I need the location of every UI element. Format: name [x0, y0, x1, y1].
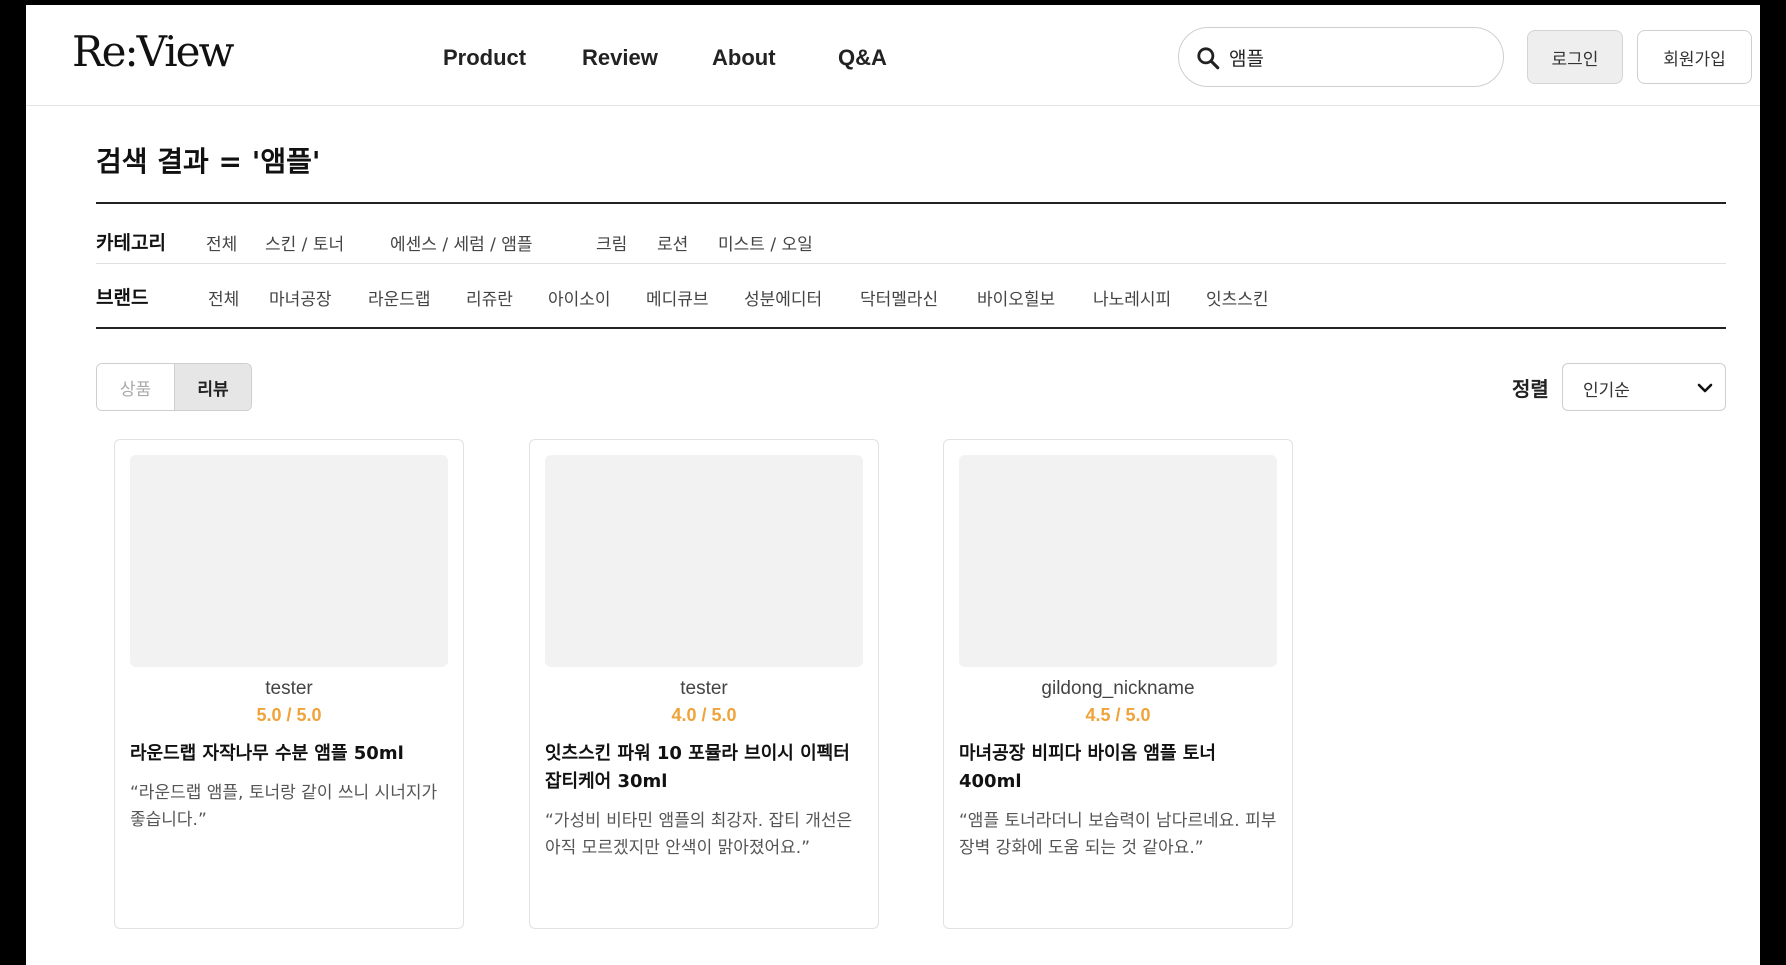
review-thumbnail [130, 455, 448, 667]
review-product-title: 마녀공장 비피다 바이옴 앰플 토너 400ml [959, 743, 1216, 792]
search-icon[interactable] [1195, 45, 1221, 71]
category-option[interactable]: 로션 [657, 230, 688, 255]
login-button[interactable]: 로그인 [1527, 30, 1623, 84]
review-thumbnail [545, 455, 863, 667]
brand-filter: 브랜드 전체 마녀공장 라운드랩 리쥬란 아이소이 메디큐브 성분에디터 닥터멜… [96, 283, 1726, 313]
divider [96, 202, 1726, 204]
review-text: “가성비 비타민 앰플의 최강자. 잡티 개선은 아직 모르겠지만 안색이 맑아… [545, 811, 853, 858]
nav-qna[interactable]: Q&A [838, 45, 887, 71]
page-title: 검색 결과 = '앰플' [96, 145, 321, 178]
sort-select[interactable]: 인기순 [1562, 363, 1726, 411]
divider [96, 263, 1726, 264]
sort-label: 정렬 [1512, 377, 1549, 401]
search-input[interactable] [1229, 42, 1479, 72]
review-author: tester [680, 678, 728, 699]
review-author: gildong_nickname [1041, 678, 1195, 699]
tab-product[interactable]: 상품 [97, 364, 174, 410]
search-box[interactable] [1178, 27, 1504, 87]
brand-option[interactable]: 아이소이 [548, 285, 611, 310]
brand-option[interactable]: 메디큐브 [646, 285, 709, 310]
brand-option[interactable]: 리쥬란 [466, 285, 513, 310]
tab-review[interactable]: 리뷰 [174, 364, 251, 410]
review-card[interactable]: tester 5.0 / 5.0 라운드랩 자작나무 수분 앰플 50ml “라… [114, 439, 464, 929]
sort-value: 인기순 [1583, 381, 1630, 401]
brand-option[interactable]: 성분에디터 [744, 285, 822, 310]
review-rating: 4.5 / 5.0 [1085, 705, 1151, 725]
brand-option[interactable]: 나노레시피 [1093, 285, 1171, 310]
brand-option[interactable]: 마녀공장 [269, 285, 332, 310]
page: Re:View Product Review About Q&A 로그인 회원가… [26, 5, 1760, 965]
category-option[interactable]: 전체 [206, 230, 237, 255]
category-option[interactable]: 에센스 / 세럼 / 앰플 [390, 230, 533, 255]
review-text: “라운드랩 앰플, 토너랑 같이 쓰니 시너지가 좋습니다.” [130, 783, 438, 830]
signup-button[interactable]: 회원가입 [1637, 30, 1752, 84]
divider [96, 327, 1726, 329]
review-text: “앰플 토너라더니 보습력이 남다르네요. 피부 장벽 강화에 도움 되는 것 … [959, 811, 1277, 858]
brand-option[interactable]: 라운드랩 [368, 285, 431, 310]
category-filter: 카테고리 전체 스킨 / 토너 에센스 / 세럼 / 앰플 크림 로션 미스트 … [96, 228, 1726, 258]
nav-review[interactable]: Review [582, 45, 658, 71]
review-rating: 4.0 / 5.0 [671, 705, 737, 725]
category-option[interactable]: 스킨 / 토너 [265, 230, 344, 255]
brand-option[interactable]: 전체 [208, 285, 239, 310]
review-card[interactable]: tester 4.0 / 5.0 잇츠스킨 파워 10 포뮬라 브이시 이펙터 … [529, 439, 879, 929]
brand-option[interactable]: 바이오힐보 [977, 285, 1055, 310]
site-header: Re:View Product Review About Q&A 로그인 회원가… [26, 5, 1760, 106]
review-product-title: 잇츠스킨 파워 10 포뮬라 브이시 이펙터 잡티케어 30ml [545, 743, 850, 792]
chevron-down-icon [1697, 383, 1713, 393]
logo[interactable]: Re:View [72, 31, 234, 73]
category-label: 카테고리 [96, 232, 166, 254]
review-author: tester [265, 678, 313, 699]
view-toggle: 상품 리뷰 [96, 363, 252, 411]
brand-option[interactable]: 닥터멜라신 [860, 285, 938, 310]
nav-about[interactable]: About [712, 45, 776, 71]
category-option[interactable]: 크림 [596, 230, 627, 255]
nav-product[interactable]: Product [443, 45, 526, 71]
review-product-title: 라운드랩 자작나무 수분 앰플 50ml [130, 743, 404, 764]
brand-option[interactable]: 잇츠스킨 [1206, 285, 1269, 310]
brand-label: 브랜드 [96, 287, 149, 309]
review-card[interactable]: gildong_nickname 4.5 / 5.0 마녀공장 비피다 바이옴 … [943, 439, 1293, 929]
review-rating: 5.0 / 5.0 [256, 705, 322, 725]
review-thumbnail [959, 455, 1277, 667]
category-option[interactable]: 미스트 / 오일 [718, 230, 813, 255]
